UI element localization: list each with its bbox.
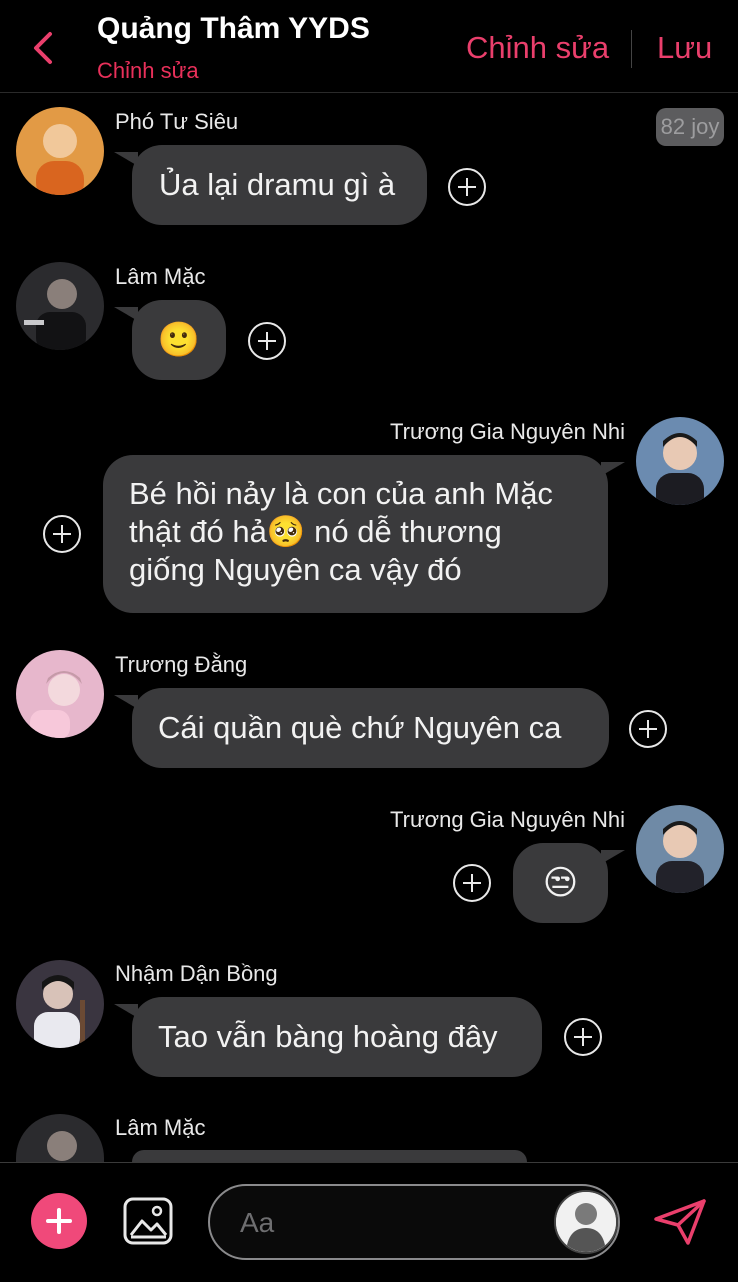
image-icon[interactable] [123,1197,173,1245]
avatar[interactable] [16,1114,104,1162]
send-icon[interactable] [652,1197,708,1247]
edit-button[interactable]: Chỉnh sửa [466,30,609,66]
save-button[interactable]: Lưu [657,30,712,66]
chat-title: Quảng Thâm YYDS [97,12,370,45]
avatar[interactable] [636,805,724,893]
avatar[interactable] [16,960,104,1048]
add-reaction-icon[interactable] [248,322,286,360]
user-avatar-icon[interactable] [554,1190,618,1254]
message-input-box[interactable] [208,1184,620,1260]
avatar[interactable] [16,650,104,738]
message-bubble[interactable]: Bé hồi nảy là con của anh Mặc thật đó hả… [103,455,608,613]
add-reaction-icon[interactable] [453,864,491,902]
add-reaction-icon[interactable] [564,1018,602,1056]
add-reaction-icon[interactable] [43,515,81,553]
add-reaction-icon[interactable] [448,168,486,206]
message-bubble[interactable]: Ủa lại dramu gì à [132,145,427,225]
message-line: thật đó hả🥺 nó dễ thương [129,514,502,549]
message-bubble[interactable]: Tao vẫn bàng hoàng đây [132,997,542,1077]
message-bubble[interactable]: 😒 [513,843,608,923]
back-chevron-icon[interactable] [30,28,60,68]
message-input[interactable] [238,1200,542,1246]
message-bubble[interactable] [132,1150,527,1162]
sender-name: Phó Tư Siêu [115,109,239,134]
header-divider [631,30,632,68]
chat-header: Quảng Thâm YYDS Chỉnh sửa Chỉnh sửa Lưu [0,0,738,93]
message-line: Bé hồi nảy là con của anh Mặc [129,476,553,511]
avatar[interactable] [16,262,104,350]
sender-name: Lâm Mặc [115,264,206,289]
chat-subtitle[interactable]: Chỉnh sửa [97,58,199,84]
sender-name: Lâm Mặc [115,1115,206,1140]
composer-bar [0,1162,738,1282]
sender-name: Nhậm Dận Bồng [115,961,278,986]
sender-name: Trương Gia Nguyên Nhi [390,419,625,444]
message-bubble[interactable]: Cái quần què chứ Nguyên ca [132,688,609,768]
avatar[interactable] [636,417,724,505]
message-bubble[interactable]: 🙂 [132,300,226,380]
sender-name: Trương Gia Nguyên Nhi [390,807,625,832]
add-reaction-icon[interactable] [629,710,667,748]
joy-badge: 82 joy [656,108,724,146]
message-line: giống Nguyên ca vậy đó [129,552,462,587]
avatar[interactable] [16,107,104,195]
sender-name: Trương Đằng [115,652,248,677]
plus-icon[interactable] [31,1193,87,1249]
